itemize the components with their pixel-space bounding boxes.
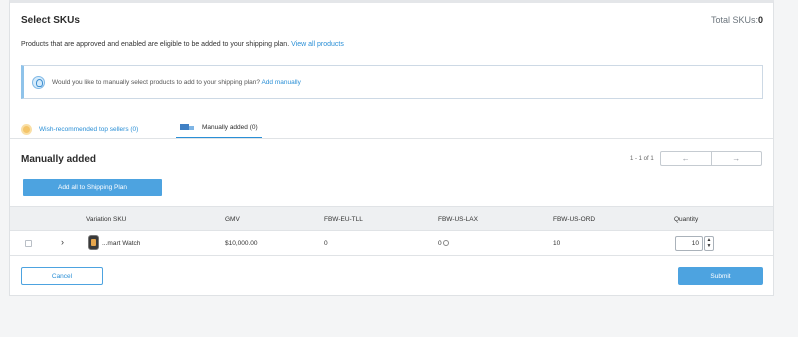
product-thumbnail — [88, 235, 99, 250]
view-all-products-link[interactable]: View all products — [291, 41, 344, 48]
pager-prev-button[interactable]: ← — [661, 152, 712, 165]
column-header-quantity: Quantity — [674, 216, 699, 223]
ribbon-icon — [21, 123, 32, 135]
row-us-lax-value: 0 — [438, 240, 442, 247]
expand-chevron-icon[interactable]: › — [61, 237, 64, 247]
truck-icon — [180, 123, 194, 132]
stepper-down-icon[interactable]: ▼ — [707, 244, 712, 249]
cancel-button[interactable]: Cancel — [21, 267, 103, 285]
column-header-sku: Variation SKU — [86, 216, 127, 223]
pager: ← → — [660, 151, 762, 166]
table-header: Variation SKU GMV FBW-EU-TLL FBW-US-LAX … — [10, 206, 773, 230]
table-row: › ...mart Watch $10,000.00 0 0 10 ▲ ▼ — [10, 230, 773, 256]
add-all-button[interactable]: Add all to Shipping Plan — [23, 179, 162, 196]
row-eu-tll: 0 — [324, 240, 328, 247]
page-title: Select SKUs — [21, 15, 80, 26]
info-banner: Would you like to manually select produc… — [21, 65, 763, 99]
row-us-lax: 0 — [438, 240, 449, 247]
row-us-ord: 10 — [553, 240, 561, 247]
row-sku: ...mart Watch — [102, 240, 141, 247]
quantity-stepper[interactable]: ▲ ▼ — [704, 236, 714, 251]
stepper-up-icon[interactable]: ▲ — [707, 237, 712, 243]
total-skus: Total SKUs:0 — [711, 15, 763, 25]
select-skus-card: Select SKUs Total SKUs:0 Products that a… — [9, 0, 774, 296]
submit-button[interactable]: Submit — [678, 267, 763, 285]
quantity-control: ▲ ▼ — [675, 236, 714, 251]
row-checkbox[interactable] — [25, 240, 32, 247]
total-skus-value: 0 — [757, 15, 763, 25]
pager-next-button[interactable]: → — [712, 152, 762, 165]
column-header-us-lax: FBW-US-LAX — [438, 216, 478, 223]
column-header-eu-tll: FBW-EU-TLL — [324, 216, 363, 223]
lightbulb-icon — [32, 76, 45, 89]
tab-wish-recommended[interactable]: Wish-recommended top sellers (0) — [21, 120, 138, 138]
info-banner-message: Would you like to manually select produc… — [52, 79, 261, 86]
description-text: Products that are approved and enabled a… — [21, 41, 290, 48]
tab-wish-recommended-label: Wish-recommended top sellers (0) — [39, 125, 139, 133]
info-banner-text: Would you like to manually select produc… — [52, 79, 301, 86]
tab-manually-added-label: Manually added (0) — [202, 124, 258, 131]
add-manually-link[interactable]: Add manually — [261, 79, 300, 86]
description: Products that are approved and enabled a… — [21, 41, 344, 48]
total-skus-label: Total SKUs: — [710, 15, 758, 25]
column-header-us-ord: FBW-US-ORD — [553, 216, 596, 223]
info-icon[interactable] — [442, 240, 449, 246]
column-header-gmv: GMV — [225, 216, 240, 223]
row-gmv: $10,000.00 — [225, 240, 258, 247]
tabs-divider — [10, 138, 773, 139]
quantity-input[interactable] — [675, 236, 703, 251]
pager-text: 1 - 1 of 1 — [630, 156, 654, 162]
section-title: Manually added — [21, 154, 97, 165]
tab-manually-added[interactable]: Manually added (0) — [176, 118, 262, 139]
